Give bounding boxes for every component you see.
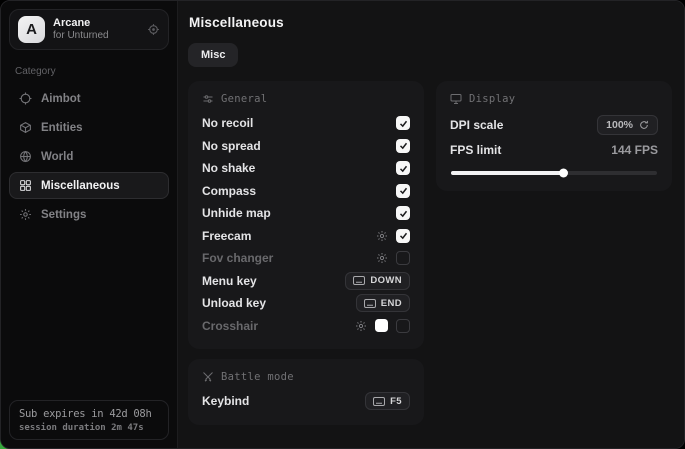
cube-icon xyxy=(19,121,32,134)
setting-row-freecam: Freecam xyxy=(202,225,410,248)
freecam-checkbox[interactable] xyxy=(396,229,410,243)
reset-refresh-icon[interactable] xyxy=(639,120,649,130)
no-recoil-checkbox[interactable] xyxy=(396,116,410,130)
setting-row-unhide-map: Unhide map xyxy=(202,202,410,225)
setting-row-crosshair: Crosshair xyxy=(202,315,410,338)
menu-key-keybind-button[interactable]: DOWN xyxy=(345,272,410,290)
sidebar-item-label: World xyxy=(41,151,73,163)
dpi-scale-value-button[interactable]: 100% xyxy=(597,115,658,135)
keyboard-icon xyxy=(373,397,385,406)
setting-row-keybind: Keybind F5 xyxy=(202,390,410,413)
setting-row-menu-key: Menu key DOWN xyxy=(202,270,410,293)
page-title: Miscellaneous xyxy=(189,15,669,30)
sidebar-item-label: Settings xyxy=(41,209,86,221)
app-logo: A xyxy=(18,16,45,43)
session-duration-text: session duration 2m 47s xyxy=(19,423,159,433)
general-panel: General No recoil No spread xyxy=(188,81,424,349)
monitor-icon xyxy=(450,93,462,105)
sidebar-item-label: Aimbot xyxy=(41,93,81,105)
sidebar-item-label: Miscellaneous xyxy=(41,180,120,192)
sliders-icon xyxy=(202,93,214,105)
crosshair-icon xyxy=(19,92,32,105)
fps-limit-slider[interactable] xyxy=(451,171,657,175)
keyboard-icon xyxy=(364,299,376,308)
sidebar-item-entities[interactable]: Entities xyxy=(9,114,169,141)
app-header-card: A Arcane for Unturned xyxy=(9,9,169,50)
sidebar-item-miscellaneous[interactable]: Miscellaneous xyxy=(9,172,169,199)
setting-row-fov-changer: Fov changer xyxy=(202,247,410,270)
fov-changer-checkbox[interactable] xyxy=(396,251,410,265)
setting-row-no-shake: No shake xyxy=(202,157,410,180)
keyboard-icon xyxy=(353,276,365,285)
fps-limit-slider-thumb[interactable] xyxy=(559,168,568,177)
target-icon[interactable] xyxy=(147,23,160,36)
category-label: Category xyxy=(15,66,163,77)
setting-row-compass: Compass xyxy=(202,180,410,203)
crosshair-checkbox[interactable] xyxy=(396,319,410,333)
gear-icon xyxy=(19,208,32,221)
display-panel: Display DPI scale 100% xyxy=(436,81,672,191)
swords-icon xyxy=(202,371,214,383)
compass-checkbox[interactable] xyxy=(396,184,410,198)
fps-limit-slider-fill xyxy=(451,171,564,175)
sub-expiry-text: Sub expires in 42d 08h xyxy=(19,408,159,420)
sidebar-item-aimbot[interactable]: Aimbot xyxy=(9,85,169,112)
panel-title: Display xyxy=(469,93,515,105)
tab-misc[interactable]: Misc xyxy=(188,43,238,67)
arcane-window: A Arcane for Unturned Category xyxy=(0,0,685,449)
unload-key-keybind-button[interactable]: END xyxy=(356,294,410,312)
setting-row-fps-limit: FPS limit 144 FPS xyxy=(450,138,658,162)
freecam-settings-gear-icon[interactable] xyxy=(376,230,388,242)
battle-mode-keybind-button[interactable]: F5 xyxy=(365,392,410,410)
crosshair-color-swatch[interactable] xyxy=(375,319,388,332)
app-subtitle: for Unturned xyxy=(53,30,139,42)
setting-row-no-spread: No spread xyxy=(202,135,410,158)
globe-icon xyxy=(19,150,32,163)
grid-icon xyxy=(19,179,32,192)
sidebar-item-world[interactable]: World xyxy=(9,143,169,170)
battle-mode-panel: Battle mode Keybind F5 xyxy=(188,359,424,425)
subscription-info-card: Sub expires in 42d 08h session duration … xyxy=(9,400,169,440)
sidebar-item-settings[interactable]: Settings xyxy=(9,201,169,228)
panel-title: General xyxy=(221,93,267,105)
fov-changer-settings-gear-icon[interactable] xyxy=(376,252,388,264)
main-content: Miscellaneous Misc General xyxy=(178,1,684,448)
setting-row-no-recoil: No recoil xyxy=(202,112,410,135)
app-name: Arcane xyxy=(53,17,139,30)
sidebar: A Arcane for Unturned Category xyxy=(1,1,178,448)
crosshair-settings-gear-icon[interactable] xyxy=(355,320,367,332)
fps-limit-value: 144 FPS xyxy=(611,143,658,157)
no-shake-checkbox[interactable] xyxy=(396,161,410,175)
setting-row-unload-key: Unload key END xyxy=(202,292,410,315)
sidebar-nav: Aimbot Entities World xyxy=(9,85,169,228)
tab-bar: Misc xyxy=(188,43,669,67)
panel-title: Battle mode xyxy=(221,371,294,383)
setting-row-dpi-scale: DPI scale 100% xyxy=(450,112,658,138)
unhide-map-checkbox[interactable] xyxy=(396,206,410,220)
no-spread-checkbox[interactable] xyxy=(396,139,410,153)
sidebar-item-label: Entities xyxy=(41,122,83,134)
